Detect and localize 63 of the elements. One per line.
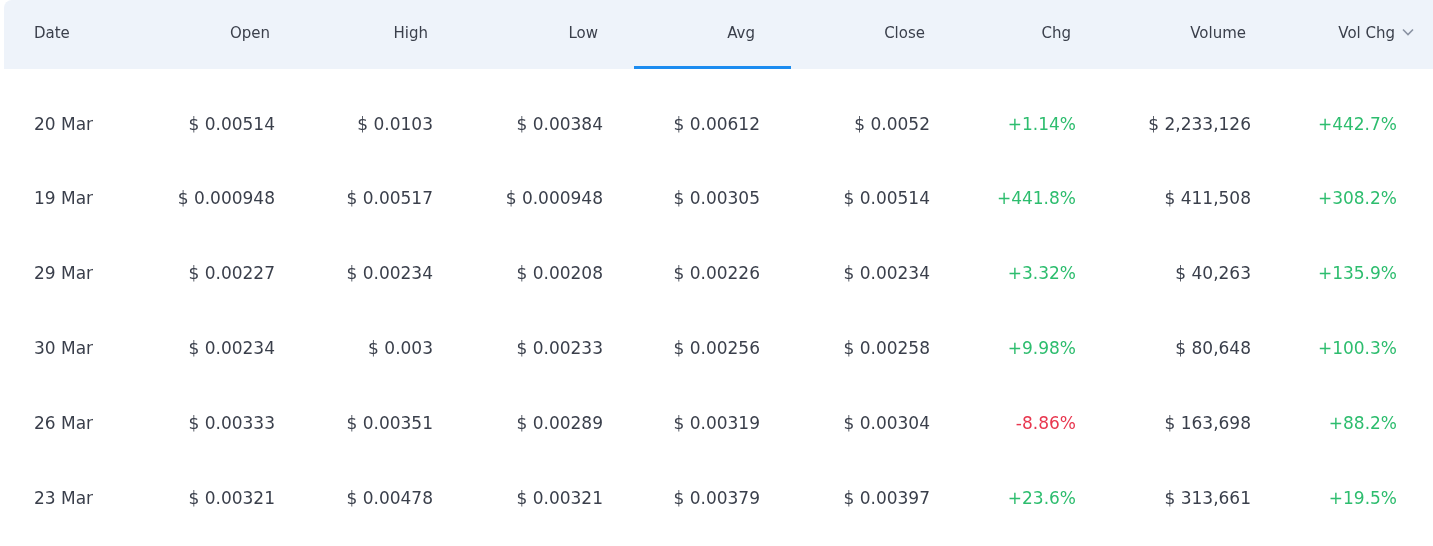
table-cell-text: $ 0.00379 (672, 486, 761, 510)
table-cell-text: +23.6% (1006, 486, 1077, 510)
table-cell-text: 26 Mar (33, 411, 95, 435)
table-cell-text: $ 0.00333 (187, 411, 276, 435)
column-header[interactable]: Avg (634, 0, 791, 67)
column-header[interactable]: Close (791, 0, 961, 67)
table-cell: $ 2,233,126 (1107, 67, 1282, 161)
table-cell-text: $ 0.00233 (515, 336, 604, 360)
table-cell-text: $ 0.003 (367, 336, 434, 360)
table-cell-text: $ 0.000948 (504, 186, 604, 210)
column-header[interactable]: Date (4, 0, 150, 67)
table-cell-text: 23 Mar (33, 486, 95, 510)
table-cell-text: $ 0.00319 (672, 411, 761, 435)
table-cell-text: $ 0.00321 (515, 486, 604, 510)
table-cell-text: $ 0.00397 (842, 486, 931, 510)
table-cell-text: +19.5% (1327, 486, 1398, 510)
table-cell-text: +9.98% (1006, 336, 1077, 360)
table-cell-text: +100.3% (1316, 336, 1398, 360)
table-cell: $ 0.0103 (306, 67, 464, 161)
table-cell-text: $ 0.00234 (187, 336, 276, 360)
table-cell-text: $ 163,698 (1163, 411, 1252, 435)
table-cell-text: $ 0.000948 (176, 186, 276, 210)
table-cell-text: $ 0.00256 (672, 336, 761, 360)
table-cell-text: $ 0.00289 (515, 411, 604, 435)
table-cell-text: $ 0.00321 (187, 486, 276, 510)
table-cell-text: $ 0.00234 (345, 261, 434, 285)
table-cell-text: $ 80,648 (1174, 336, 1252, 360)
table-cell-text: $ 0.00514 (842, 186, 931, 210)
column-header[interactable]: Volume (1107, 0, 1282, 67)
table-cell: $ 0.00514 (150, 67, 306, 161)
table-cell-text: 19 Mar (33, 186, 95, 210)
table-cell-text: $ 0.00258 (842, 336, 931, 360)
table-cell-text: $ 0.00227 (187, 261, 276, 285)
table-cell: +442.7% (1282, 67, 1433, 161)
table-cell-text: $ 313,661 (1163, 486, 1252, 510)
table-cell: $ 0.00612 (634, 67, 791, 161)
table-cell-text: +3.32% (1006, 261, 1077, 285)
table-cell: $ 0.0052 (791, 67, 961, 161)
table-cell-text: +441.8% (995, 186, 1077, 210)
table-cell-text: $ 0.00478 (345, 486, 434, 510)
table-cell-text: $ 0.00351 (345, 411, 434, 435)
table-cell-text: $ 0.00234 (842, 261, 931, 285)
table-cell-text: +135.9% (1316, 261, 1398, 285)
table-cell-text: 29 Mar (33, 261, 95, 285)
table-cell-text: $ 411,508 (1163, 186, 1252, 210)
column-header[interactable]: Chg (961, 0, 1107, 67)
table-cell: $ 0.00384 (464, 67, 634, 161)
table-cell-text: +88.2% (1327, 411, 1398, 435)
table-cell: +1.14% (961, 67, 1107, 161)
table-cell: 20 Mar (4, 67, 150, 161)
table-cell-text: $ 0.00305 (672, 186, 761, 210)
table-cell-text: $ 0.00304 (842, 411, 931, 435)
table-cell-text: 30 Mar (33, 336, 95, 360)
column-header[interactable]: Open (150, 0, 306, 67)
column-header[interactable]: Low (464, 0, 634, 67)
column-header[interactable]: High (306, 0, 464, 67)
table-cell-text: $ 0.00517 (345, 186, 434, 210)
table-cell-text: $ 0.00208 (515, 261, 604, 285)
column-header[interactable]: Vol Chg (1282, 0, 1433, 67)
table-cell-text: +308.2% (1316, 186, 1398, 210)
table-cell-text: -8.86% (1014, 411, 1077, 435)
table-cell-text: $ 40,263 (1174, 261, 1252, 285)
table-cell-text: $ 0.00226 (672, 261, 761, 285)
